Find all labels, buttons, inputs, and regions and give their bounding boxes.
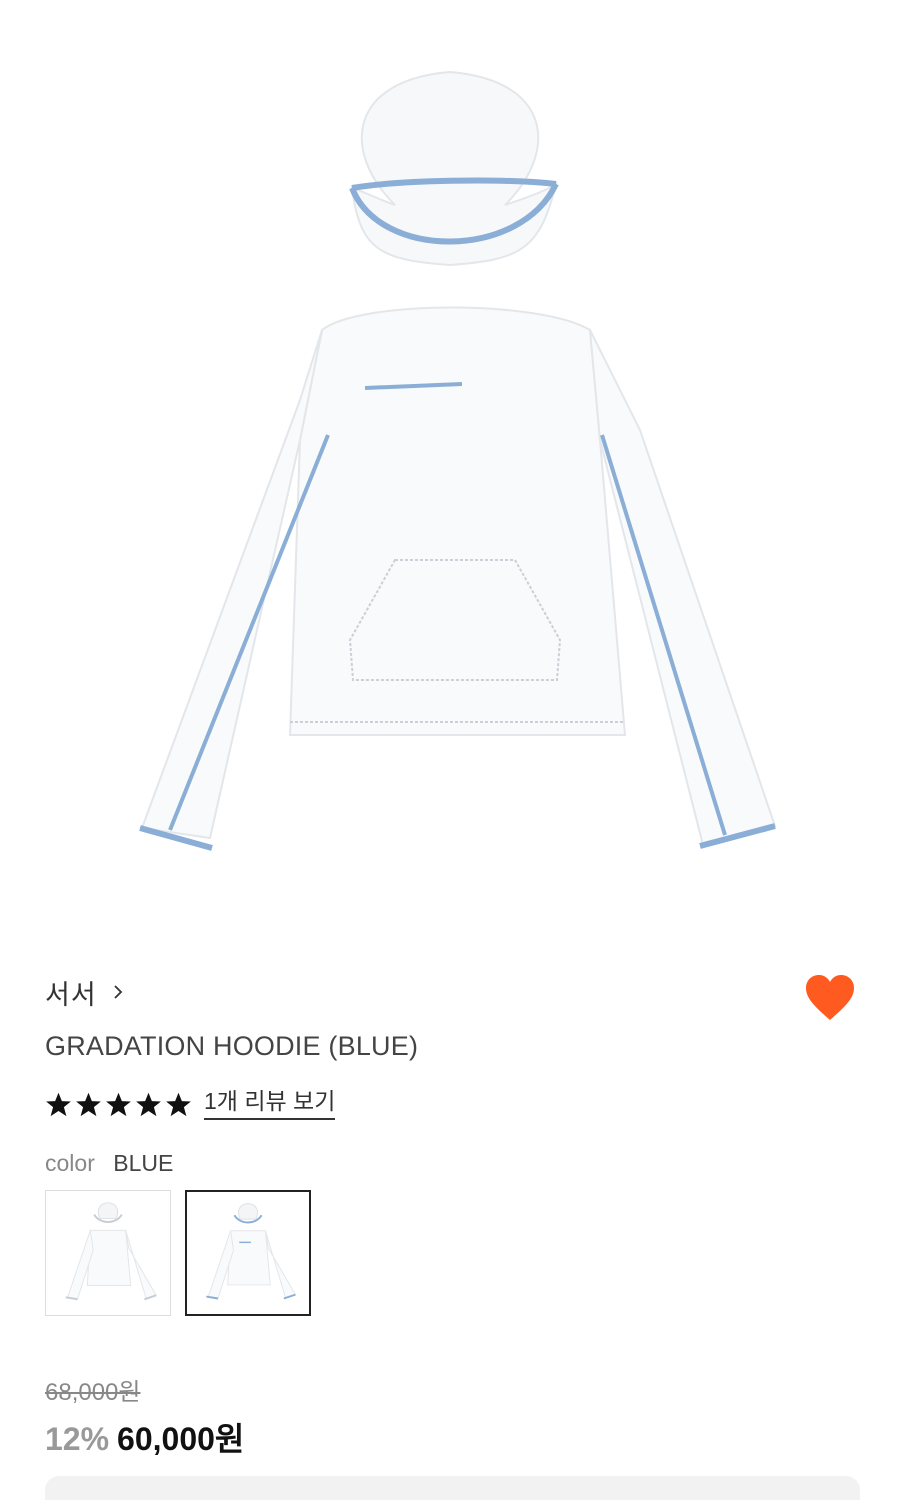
star-icon xyxy=(76,1092,101,1116)
heart-icon[interactable] xyxy=(804,974,856,1022)
discount-rate: 12% xyxy=(45,1421,110,1457)
brand-name[interactable]: 서서 xyxy=(45,973,97,1012)
swatch-thumbnail xyxy=(65,1202,157,1301)
color-value: BLUE xyxy=(113,1150,174,1176)
price-row: 12% 60,000원 xyxy=(45,1414,244,1460)
hoodie-illustration xyxy=(139,70,777,851)
star-icon xyxy=(106,1092,131,1116)
info-box xyxy=(45,1476,860,1500)
color-selection-label: color BLUE xyxy=(45,1148,860,1178)
star-icon xyxy=(46,1092,71,1116)
product-info: 서서 GRADATION HOODIE (BLUE) 1개 리뷰 보기 colo… xyxy=(45,970,860,1316)
product-title: GRADATION HOODIE (BLUE) xyxy=(45,1031,419,1061)
color-label: color xyxy=(45,1150,95,1176)
product-image[interactable] xyxy=(0,0,903,930)
chevron-right-icon[interactable] xyxy=(111,985,125,999)
brand-link[interactable]: 서서 xyxy=(45,970,860,1014)
sale-price: 60,000원 xyxy=(117,1421,245,1457)
star-icon xyxy=(136,1092,161,1116)
color-swatch[interactable] xyxy=(45,1190,171,1316)
view-reviews-link[interactable]: 1개 리뷰 보기 xyxy=(204,1088,336,1120)
rating-row: 1개 리뷰 보기 xyxy=(45,1084,860,1124)
color-swatches xyxy=(45,1190,860,1316)
swatch-thumbnail xyxy=(206,1203,297,1300)
original-price: 68,000원 xyxy=(45,1379,141,1406)
color-swatch-selected[interactable] xyxy=(185,1190,311,1316)
rating-stars xyxy=(45,1091,192,1118)
star-icon xyxy=(166,1092,191,1116)
